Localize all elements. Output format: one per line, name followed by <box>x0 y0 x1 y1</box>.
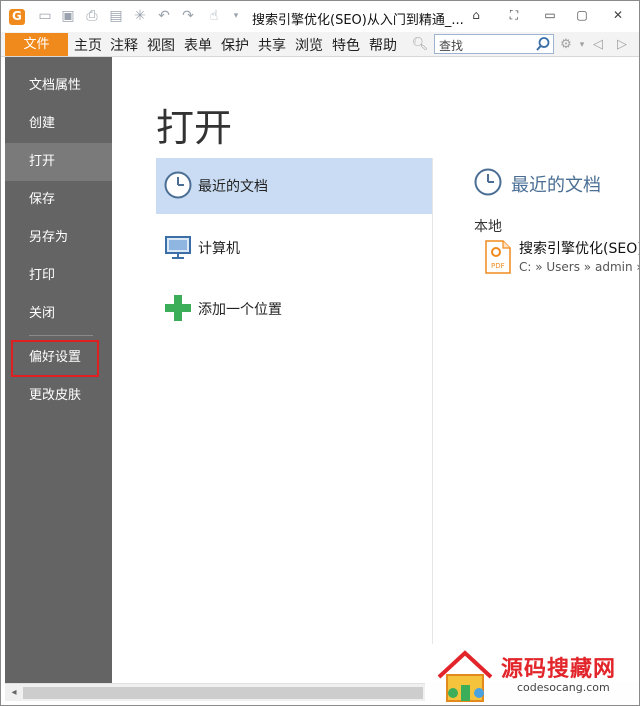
app-logo-icon[interactable] <box>9 9 25 25</box>
option-add-location[interactable]: 添加一个位置 <box>156 281 432 337</box>
menu-item-home[interactable]: 主页 <box>74 35 102 55</box>
recent-clock-icon <box>474 168 502 196</box>
file-tab[interactable]: 文件 <box>5 33 68 56</box>
house-logo-icon <box>437 650 493 702</box>
hand-tool-icon[interactable]: ☝ <box>205 7 223 25</box>
menu-item-help[interactable]: 帮助 <box>369 35 397 55</box>
minimize-button[interactable]: ▭ <box>537 5 563 25</box>
next-arrow-icon[interactable]: ▷ <box>613 36 631 54</box>
clock-icon <box>164 171 192 199</box>
open-folder-icon[interactable]: ▭ <box>36 7 54 25</box>
nav-item-save-as[interactable]: 另存为 <box>5 219 112 257</box>
close-button[interactable]: ✕ <box>605 5 631 25</box>
recent-file-name[interactable]: 搜索引擎优化(SEO) <box>519 238 639 258</box>
nav-item-doc-properties[interactable]: 文档属性 <box>5 67 112 105</box>
watermark-title: 源码搜藏网 <box>501 657 617 682</box>
maximize-button[interactable]: ▢ <box>569 5 595 25</box>
search-icon[interactable] <box>535 36 551 52</box>
scrollbar-thumb[interactable] <box>23 687 423 699</box>
menu-item-protect[interactable]: 保护 <box>221 35 249 55</box>
scroll-left-arrow-icon[interactable]: ◂ <box>7 686 21 700</box>
find-folder-icon[interactable]: 🔍︎ <box>411 36 429 54</box>
option-recent-label: 最近的文档 <box>198 179 268 195</box>
search-input[interactable]: 查找 <box>434 34 554 54</box>
plus-icon <box>165 295 191 321</box>
watermark-url: codesocang.com <box>517 681 610 694</box>
nav-item-close[interactable]: 关闭 <box>5 295 112 333</box>
nav-item-open[interactable]: 打开 <box>5 143 112 181</box>
scan-icon[interactable]: ▤ <box>107 7 125 25</box>
menu-item-form[interactable]: 表单 <box>184 35 212 55</box>
recent-file-path: C: » Users » admin » <box>519 260 640 274</box>
pdf-badge: PDF <box>491 262 505 270</box>
menu-bar: 文件 主页 注释 视图 表单 保护 共享 浏览 特色 帮助 🔍︎ 查找 ⚙ ▾ … <box>1 32 639 57</box>
fullscreen-icon[interactable]: ⛶ <box>501 5 527 25</box>
recent-documents-header: 最近的文档 <box>473 167 639 199</box>
print-icon[interactable]: ⎙ <box>83 7 101 25</box>
menu-item-annotate[interactable]: 注释 <box>110 35 138 55</box>
document-title: 搜索引擎优化(SEO)从入门到精通_... <box>252 13 464 28</box>
prev-arrow-icon[interactable]: ◁ <box>589 36 607 54</box>
redo-icon[interactable]: ↷ <box>179 7 197 25</box>
nav-item-print[interactable]: 打印 <box>5 257 112 295</box>
preferences-highlight-box <box>11 340 99 377</box>
nav-divider <box>29 335 93 336</box>
menu-item-browse[interactable]: 浏览 <box>295 35 323 55</box>
recent-documents-title: 最近的文档 <box>511 175 601 196</box>
nav-item-create[interactable]: 创建 <box>5 105 112 143</box>
option-add-location-label: 添加一个位置 <box>198 302 282 318</box>
option-computer-label: 计算机 <box>198 241 240 257</box>
menu-item-share[interactable]: 共享 <box>258 35 286 55</box>
pdf-file-icon[interactable]: PDF <box>484 240 512 274</box>
menu-item-features[interactable]: 特色 <box>332 35 360 55</box>
nav-item-change-skin[interactable]: 更改皮肤 <box>5 377 112 415</box>
app-window: ▭ ▣ ⎙ ▤ ✳ ↶ ↷ ☝ ▾ 搜索引擎优化(SEO)从入门到精通_... … <box>0 0 640 706</box>
undo-icon[interactable]: ↶ <box>155 7 173 25</box>
ribbon-toggle-icon[interactable]: ⌂ <box>463 5 489 25</box>
nav-item-save[interactable]: 保存 <box>5 181 112 219</box>
option-recent-documents[interactable]: 最近的文档 <box>156 158 432 214</box>
page-title: 打开 <box>156 106 233 150</box>
local-section-label: 本地 <box>474 219 502 235</box>
menu-item-view[interactable]: 视图 <box>147 35 175 55</box>
option-computer[interactable]: 计算机 <box>156 220 432 276</box>
panel-divider <box>432 158 433 644</box>
save-icon[interactable]: ▣ <box>59 7 77 25</box>
computer-icon <box>165 236 191 259</box>
watermark: 源码搜藏网 codesocang.com <box>425 645 639 705</box>
new-icon[interactable]: ✳ <box>131 7 149 25</box>
title-bar: ▭ ▣ ⎙ ▤ ✳ ↶ ↷ ☝ ▾ 搜索引擎优化(SEO)从入门到精通_... … <box>1 1 639 32</box>
chevron-down-icon[interactable]: ▾ <box>227 7 245 25</box>
search-placeholder: 查找 <box>439 39 464 53</box>
